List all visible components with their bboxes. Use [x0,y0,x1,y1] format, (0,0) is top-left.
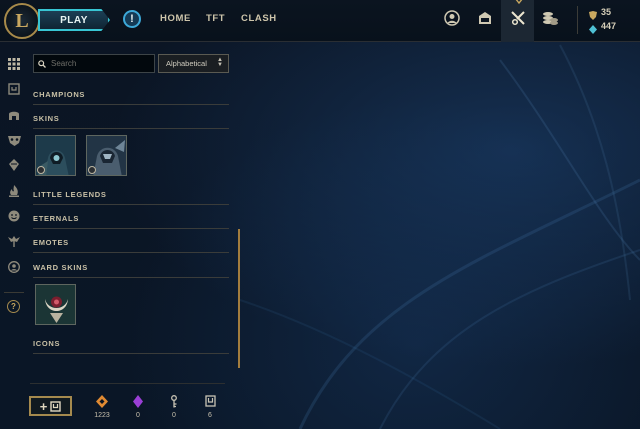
mask-icon[interactable] [7,133,21,147]
key-stat: 0 [159,395,189,419]
emote-face-icon[interactable] [7,209,21,223]
section-ward-skins[interactable]: WARD SKINS [33,263,229,278]
section-skins[interactable]: SKINS [33,114,229,129]
riot-points-icon [589,21,597,39]
nav-tft[interactable]: TFT [206,13,225,24]
logo-letter: L [15,9,29,32]
purple-gem-icon [133,395,143,408]
orange-essence-stat: 1223 [87,395,117,419]
section-emotes[interactable]: EMOTES [33,238,229,253]
profile-circle-icon[interactable] [7,260,21,274]
alert-icon[interactable]: ! [123,10,141,28]
purple-gem-value: 0 [136,412,140,419]
sort-dropdown[interactable]: Alphabetical ▲ ▼ [158,54,229,73]
active-indicator-icon [515,0,523,4]
search-field[interactable] [33,54,155,73]
collection-chest-icon[interactable] [476,9,494,27]
add-label: + [39,398,48,414]
ward-icon[interactable] [7,234,21,248]
top-navigation-bar: L PLAY ! HOME TFT CLASH 35 447 [0,0,640,42]
purple-gem-stat: 0 [123,395,153,419]
footer-divider [30,383,225,384]
skin-tile[interactable] [35,135,76,176]
gem-icon[interactable] [7,158,21,172]
riot-points-amount: 447 [601,21,617,31]
orange-essence-value: 1223 [94,412,110,419]
key-value: 0 [172,412,176,419]
chest-stat: 6 [195,395,225,419]
blue-essence-amount: 35 [601,7,612,17]
play-button[interactable]: PLAY [38,9,110,31]
section-eternals[interactable]: ETERNALS [33,214,229,229]
search-icon [38,59,46,68]
store-coins-icon[interactable] [541,9,559,27]
search-input[interactable] [51,59,151,68]
scrollbar-thumb[interactable] [238,229,240,368]
orange-essence-icon [96,395,108,408]
skin-tile[interactable] [86,135,127,176]
chest-value: 6 [208,412,212,419]
profile-icon[interactable] [443,9,461,27]
grid-icon[interactable] [7,57,21,71]
helmet-icon[interactable] [7,108,21,122]
help-icon[interactable]: ? [7,300,20,313]
nav-home[interactable]: HOME [160,13,191,24]
league-logo-icon[interactable]: L [4,3,40,39]
sort-value: Alphabetical [166,59,207,68]
sort-arrows-icon: ▲ ▼ [217,57,223,68]
flame-icon[interactable] [7,184,21,198]
section-champions[interactable]: CHAMPIONS [33,90,229,105]
section-icons[interactable]: ICONS [33,339,229,354]
skin-badge-icon [37,166,45,174]
section-little-legends[interactable]: LITTLE LEGENDS [33,190,229,205]
currency-divider [577,6,578,34]
ward-skin-tile[interactable] [35,284,76,325]
add-to-chest-button[interactable]: + [29,396,72,416]
champion-token-icon[interactable] [7,82,21,96]
nav-clash[interactable]: CLASH [241,13,277,24]
chest-token-icon [204,395,216,407]
rail-divider [4,292,24,293]
loot-crafting-icon[interactable] [509,9,527,27]
key-icon [171,395,177,408]
chest-token-icon [50,400,61,412]
category-rail: ? [0,43,28,429]
skin-badge-icon [88,166,96,174]
